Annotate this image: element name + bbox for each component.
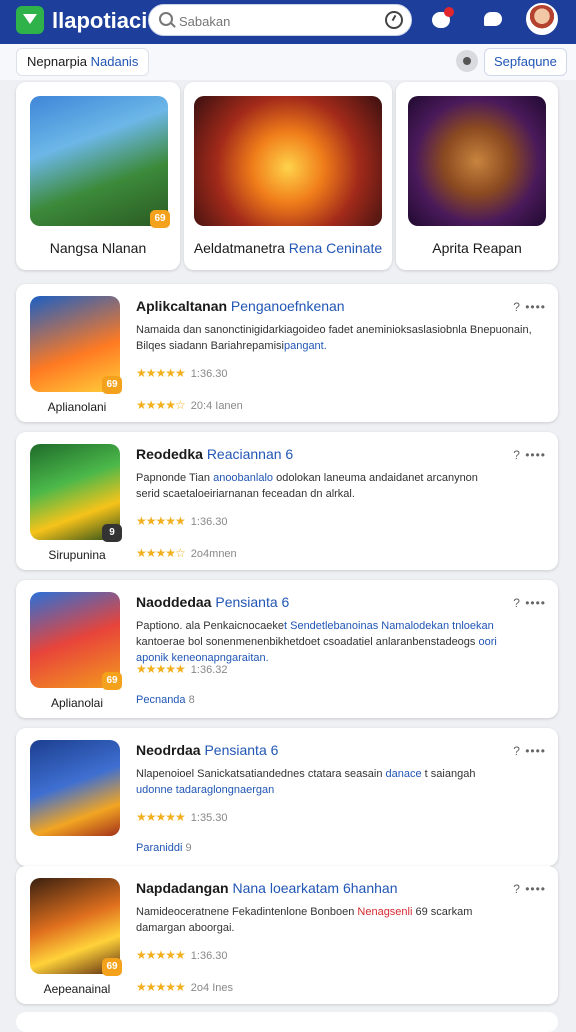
app-description: Papnonde Tian anoobanlalo odolokan laneu… (136, 472, 478, 500)
app-title: Reodedka Reaciannan 6 (136, 446, 294, 462)
star-rating-icon: ★★★★★ (136, 948, 186, 962)
star-rating-icon: ★★★★★ (136, 662, 186, 676)
notification-icon[interactable] (428, 6, 456, 34)
more-options-button[interactable]: ? •••• (513, 882, 546, 896)
filter-chip[interactable]: Nepnarpia Nadanis (16, 48, 150, 76)
list-item[interactable]: Neodrdaa Pensianta 6 ? •••• Nlapenoioel … (16, 728, 558, 866)
featured-card[interactable]: Aeldatmanetra Rena Ceninate (184, 82, 392, 270)
star-rating-icon: ★★★★★ (136, 980, 186, 994)
search-bar[interactable] (148, 4, 412, 36)
avatar[interactable] (526, 3, 558, 35)
list-item[interactable] (16, 1012, 558, 1032)
rating-row: ★★★★★ 1:36.32 (136, 662, 228, 676)
settings-icon[interactable] (456, 50, 478, 72)
app-category: Aepeanainal (43, 982, 111, 996)
chat-icon[interactable] (480, 6, 508, 34)
app-thumbnail: 69 (30, 592, 122, 690)
star-rating-icon: ★★★★☆ (136, 398, 186, 412)
app-category: Sirupunina (48, 548, 106, 562)
featured-thumbnail (408, 96, 546, 226)
search-icon (159, 12, 173, 26)
list-item[interactable]: 69 Aplianolai Naoddedaa Pensianta 6 ? ••… (16, 580, 558, 718)
star-rating-icon: ★★★★★ (136, 810, 186, 824)
app-title: Napdadangan Nana loearkatam 6hanhan (136, 880, 398, 896)
rating-row: ★★★★★ 1:36.30 (136, 366, 228, 380)
featured-thumbnail: 69 (30, 96, 170, 228)
app-category: Aplianolani (47, 400, 107, 414)
featured-name: Aprita Reapan (432, 240, 522, 256)
age-badge: 69 (102, 376, 122, 394)
sort-button[interactable]: Sepfaqune (484, 48, 567, 76)
rating-row: Pecnanda 8 (136, 694, 195, 706)
rating-row: ★★★★★ 1:36.30 (136, 948, 228, 962)
app-title: Naoddedaa Pensianta 6 (136, 594, 290, 610)
featured-card[interactable]: 69 Nangsa Nlanan (16, 82, 180, 270)
search-input[interactable] (177, 10, 381, 32)
app-description: Namaida dan sanonctinigidarkiagoideo fad… (136, 324, 532, 352)
more-options-button[interactable]: ? •••• (513, 300, 546, 314)
app-description: Namideoceratnene Fekadintenlone Bonboen … (136, 906, 473, 934)
app-title: llapotiaci (52, 8, 148, 33)
list-item[interactable]: 69 Aepeanainal Napdadangan Nana loearkat… (16, 866, 558, 1004)
rating-row: ★★★★★ 1:35.30 (136, 810, 228, 824)
rating-row: ★★★★★ 1:36.30 (136, 514, 228, 528)
age-badge: 69 (102, 672, 122, 690)
app-description: Nlapenoioel Sanickatsatiandednes ctatara… (136, 768, 476, 796)
more-options-button[interactable]: ? •••• (513, 744, 546, 758)
app-title: Aplikcaltanan Penganoefnkenan (136, 298, 345, 314)
app-title: Neodrdaa Pensianta 6 (136, 742, 279, 758)
list-item[interactable]: 9 Sirupunina Reodedka Reaciannan 6 ? •••… (16, 432, 558, 570)
star-rating-icon: ★★★★★ (136, 366, 186, 380)
star-rating-icon: ★★★★★ (136, 514, 186, 528)
rating-row: Paraniddi 9 (136, 842, 192, 854)
featured-name: Nangsa Nlanan (49, 240, 147, 256)
rating-row: ★★★★☆ 2o4mnen (136, 546, 237, 560)
list-item[interactable]: 69 Aplianolani Aplikcaltanan Penganoefnk… (16, 284, 558, 422)
star-rating-icon: ★★★★☆ (136, 546, 186, 560)
app-thumbnail: 69 (30, 878, 122, 976)
age-badge: 69 (150, 210, 170, 228)
age-badge: 9 (102, 524, 122, 542)
rating-row: ★★★★★ 2o4 Ines (136, 980, 233, 994)
history-icon[interactable] (385, 11, 403, 29)
featured-name: Aeldatmanetra Rena Ceninate (193, 240, 383, 256)
more-options-button[interactable]: ? •••• (513, 448, 546, 462)
rating-row: ★★★★☆ 20:4 Ianen (136, 398, 243, 412)
app-description: Paptiono. ala Penkaicnocaeket Sendetleba… (136, 620, 497, 664)
more-options-button[interactable]: ? •••• (513, 596, 546, 610)
featured-thumbnail (194, 96, 382, 226)
age-badge: 69 (102, 958, 122, 976)
play-store-logo-icon[interactable] (16, 6, 44, 34)
app-thumbnail: 69 (30, 296, 122, 394)
featured-card[interactable]: Aprita Reapan (396, 82, 558, 270)
app-thumbnail (30, 740, 120, 836)
app-thumbnail: 9 (30, 444, 122, 542)
app-category: Aplianolai (50, 696, 104, 710)
